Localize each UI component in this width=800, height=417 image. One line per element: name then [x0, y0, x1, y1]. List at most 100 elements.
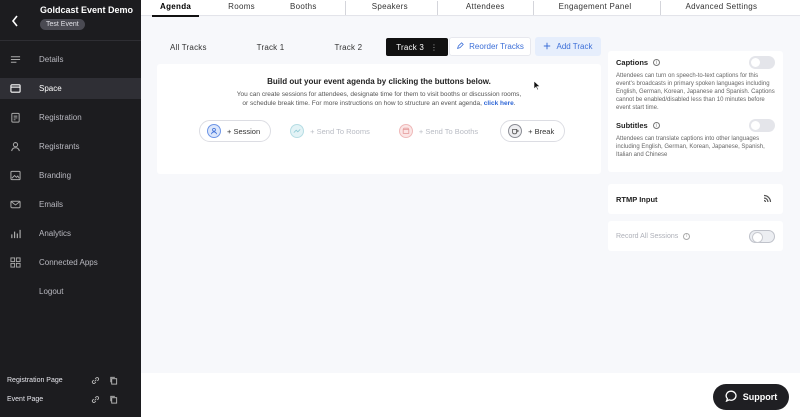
back-button[interactable] — [0, 9, 30, 33]
tab-advanced-settings[interactable]: Advanced Settings — [686, 0, 758, 16]
agenda-desc-line1: You can create sessions for attendees, d… — [236, 91, 522, 98]
send-to-rooms-button[interactable]: + Send To Rooms — [283, 120, 380, 142]
sidebar-item-analytics[interactable]: Analytics — [0, 219, 141, 248]
link-icon[interactable] — [91, 376, 100, 385]
support-button[interactable]: Support — [713, 384, 789, 410]
person-icon — [9, 141, 21, 153]
broadcast-icon[interactable] — [763, 190, 775, 208]
sidebar-item-label: Registration — [39, 113, 82, 122]
copy-icon[interactable] — [109, 395, 118, 404]
add-track-label: Add Track — [556, 42, 593, 51]
reorder-tracks-button[interactable]: Reorder Tracks — [449, 37, 531, 56]
tab-engagement-panel[interactable]: Engagement Panel — [559, 0, 632, 16]
sidebar: Goldcast Event Demo Test Event Details S… — [0, 0, 141, 417]
session-icon — [207, 124, 221, 138]
sidebar-item-label: Emails — [39, 200, 64, 209]
sidebar-item-space[interactable]: Space — [0, 78, 141, 99]
sidebar-item-label: Analytics — [39, 229, 72, 238]
tab-agenda[interactable]: Agenda — [151, 0, 200, 17]
record-sessions-panel: Record All Sessions i — [608, 221, 783, 251]
info-icon[interactable]: i — [653, 59, 661, 66]
subtitles-label: Subtitles i — [616, 121, 660, 130]
tab-divider — [436, 1, 438, 15]
clipboard-icon — [9, 112, 21, 124]
top-tabs: Agenda Rooms Booths Speakers Attendees E… — [141, 0, 800, 17]
subtitles-toggle[interactable] — [749, 119, 775, 132]
tab-divider — [659, 1, 661, 15]
add-track-button[interactable]: Add Track — [535, 37, 601, 56]
reorder-tracks-label: Reorder Tracks — [469, 42, 524, 51]
sidebar-item-label: Logout — [39, 287, 64, 296]
link-icon[interactable] — [91, 395, 100, 404]
add-session-button[interactable]: + Session — [199, 120, 272, 142]
captions-panel: Captions i Attendees can turn on speech-t… — [608, 51, 783, 172]
track-1[interactable]: Track 1 — [247, 38, 295, 56]
rtmp-label: RTMP Input — [616, 194, 658, 204]
booths-icon — [398, 124, 413, 138]
record-sessions-toggle[interactable] — [749, 229, 775, 243]
agenda-actions: + Session + Send To Rooms + Send To Boot… — [199, 120, 577, 142]
send-to-booths-label: + Send To Booths — [418, 126, 479, 136]
tab-divider — [344, 1, 346, 15]
registration-page-label: Registration Page — [7, 377, 63, 384]
track-3[interactable]: Track 3 ⋮ — [386, 38, 449, 56]
subtitles-description: Attendees can translate captions into ot… — [616, 136, 765, 158]
info-icon[interactable]: i — [683, 232, 691, 240]
sidebar-item-label: Registrants — [39, 142, 80, 151]
plus-icon — [543, 42, 551, 52]
sidebar-nav: Details Space Registration Registrants B… — [0, 45, 141, 306]
coffee-icon — [508, 124, 523, 138]
track-all[interactable]: All Tracks — [160, 38, 217, 56]
add-session-label: + Session — [227, 126, 261, 136]
record-title: Record All Sessions — [616, 232, 679, 240]
captions-description: Attendees can turn on speech-to-text cap… — [616, 73, 775, 111]
subtitles-title: Subtitles — [616, 121, 648, 130]
event-page-label: Event Page — [7, 396, 44, 403]
copy-icon[interactable] — [109, 376, 118, 385]
chat-bubble-icon — [725, 390, 737, 404]
image-icon — [9, 170, 21, 182]
sidebar-item-details[interactable]: Details — [0, 45, 141, 74]
pencil-icon — [456, 41, 464, 52]
tab-speakers[interactable]: Speakers — [372, 0, 408, 16]
send-to-rooms-label: + Send To Rooms — [310, 126, 370, 136]
event-status-badge: Test Event — [40, 19, 85, 30]
agenda-desc-line2: or schedule break time. For more instruc… — [242, 100, 482, 107]
registration-page-link: Registration Page — [0, 371, 141, 390]
sidebar-item-branding[interactable]: Branding — [0, 161, 141, 190]
tab-rooms[interactable]: Rooms — [228, 0, 255, 16]
sidebar-item-label: Details — [39, 55, 64, 64]
sidebar-item-registration[interactable]: Registration — [0, 103, 141, 132]
captions-row: Captions i — [608, 51, 783, 69]
captions-label: Captions i — [616, 58, 661, 67]
subtitles-row: Subtitles i — [608, 112, 783, 132]
record-label: Record All Sessions i — [616, 232, 691, 240]
sidebar-header: Goldcast Event Demo Test Event — [0, 0, 141, 38]
sidebar-bottom-links: Registration Page Event Page — [0, 371, 141, 409]
bar-chart-icon — [9, 228, 21, 240]
sidebar-item-label: Connected Apps — [39, 258, 98, 267]
send-to-booths-button[interactable]: + Send To Booths — [392, 120, 488, 142]
agenda-desc-end: . — [513, 100, 516, 107]
info-icon[interactable]: i — [652, 122, 660, 129]
tab-booths[interactable]: Booths — [290, 0, 317, 16]
mail-icon — [9, 199, 21, 211]
sidebar-item-label: Branding — [39, 171, 72, 180]
add-break-button[interactable]: + Break — [500, 120, 566, 142]
sidebar-item-registrants[interactable]: Registrants — [0, 132, 141, 161]
mouse-cursor-icon — [533, 78, 541, 96]
apps-icon — [9, 257, 21, 269]
captions-toggle[interactable] — [749, 56, 775, 69]
rtmp-panel: RTMP Input — [608, 184, 783, 214]
track-2[interactable]: Track 2 — [324, 38, 372, 56]
more-vertical-icon[interactable]: ⋮ — [430, 43, 438, 52]
tab-attendees[interactable]: Attendees — [466, 0, 505, 16]
click-here-link[interactable]: click here — [484, 100, 514, 107]
sidebar-item-emails[interactable]: Emails — [0, 190, 141, 219]
sidebar-item-connected-apps[interactable]: Connected Apps — [0, 248, 141, 277]
main-content: All Tracks Track 1 Track 2 Track 3 ⋮ Reo… — [141, 17, 800, 373]
event-title: Goldcast Event Demo — [40, 5, 134, 15]
sidebar-item-logout[interactable]: Logout — [0, 277, 141, 306]
chevron-left-icon — [11, 15, 18, 27]
sidebar-item-label: Space — [39, 84, 62, 93]
